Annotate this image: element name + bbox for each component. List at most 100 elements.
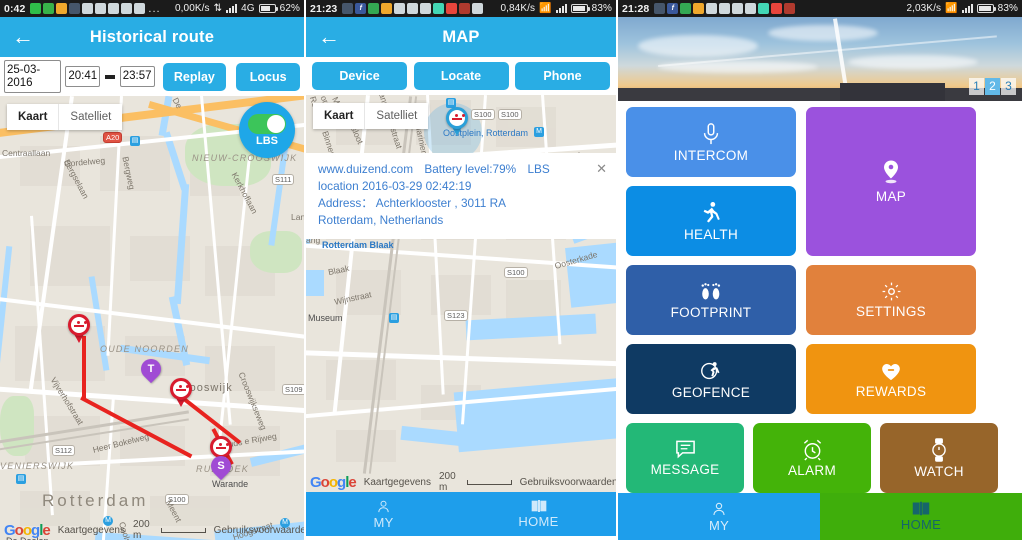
map-terms-link[interactable]: Gebruiksvoorwaarden <box>520 477 616 488</box>
status-clock: 21:28 <box>622 2 650 15</box>
map-type-kaart[interactable]: Kaart <box>313 103 366 129</box>
app-icon <box>69 3 81 14</box>
bottom-nav-my[interactable]: MY <box>618 493 820 540</box>
tile-health[interactable]: HEALTH <box>626 186 796 256</box>
feature-tile-grid: INTERCOM HEALTH MAP FOOTPRINT SETTINGS G… <box>618 101 1022 493</box>
tile-rewards[interactable]: REWARDS <box>806 344 976 414</box>
person-icon <box>711 501 727 517</box>
start-time-field[interactable]: 20:41 <box>65 66 101 87</box>
calendar-icon <box>381 3 393 14</box>
bottom-nav-home[interactable]: HOME <box>461 492 616 536</box>
info-line-4: Rotterdam, Netherlands <box>318 213 444 228</box>
book-icon <box>531 499 547 513</box>
map-type-switch[interactable]: Kaart Satelliet <box>7 104 123 130</box>
battery-percent: 83% <box>591 3 612 14</box>
facebook-icon: f <box>667 3 679 14</box>
map-type-switch[interactable]: Kaart Satelliet <box>313 103 429 129</box>
phone-panel-dashboard: 21:28 f 2,03K/s 📶 83% 1 2 3 INTERCOM HEA… <box>618 0 1022 540</box>
lbs-toggle-button[interactable]: LBS <box>239 102 295 158</box>
lbs-switch-icon[interactable] <box>248 113 286 134</box>
bottom-nav-home[interactable]: HOME <box>820 493 1022 540</box>
battery-icon <box>570 4 590 13</box>
signal-bars-icon <box>555 4 567 13</box>
status-notification-icons <box>30 3 146 14</box>
close-icon[interactable]: ✕ <box>596 160 607 179</box>
wifi-icon: 📶 <box>539 3 552 14</box>
whatsapp-icon <box>30 3 42 14</box>
map-label: VENIERSWIJK <box>0 461 75 471</box>
locate-button[interactable]: Locate <box>413 62 509 90</box>
app-icon <box>771 3 783 14</box>
maps-icon <box>368 3 380 14</box>
banner-page-2[interactable]: 2 <box>985 78 1000 95</box>
replay-button[interactable]: Replay <box>162 62 227 91</box>
bottom-nav-my[interactable]: MY <box>306 492 461 536</box>
tile-alarm[interactable]: ALARM <box>753 423 871 493</box>
tile-label: MESSAGE <box>650 462 720 477</box>
status-notification-icons: f <box>654 3 796 14</box>
current-location-marker[interactable] <box>446 107 468 136</box>
facebook-icon: f <box>355 3 367 14</box>
date-field[interactable]: 25-03-2016 <box>4 59 62 94</box>
route-marker-mid[interactable] <box>170 378 192 407</box>
chat-bubble-icon <box>674 439 697 460</box>
tile-message[interactable]: MESSAGE <box>626 423 744 493</box>
tile-settings[interactable]: SETTINGS <box>806 265 976 335</box>
tile-intercom[interactable]: INTERCOM <box>626 107 796 177</box>
map-type-satelliet[interactable]: Satelliet <box>59 104 122 130</box>
live-map[interactable]: Rott ordkade Meent Botersloot Pannekoeks… <box>306 95 616 492</box>
scale-bar-icon <box>466 479 512 485</box>
signal-bars-icon <box>961 4 973 13</box>
tile-label: WATCH <box>914 463 964 479</box>
calendar-icon <box>693 3 705 14</box>
skyline-silhouette <box>618 83 1022 101</box>
route-map[interactable]: T S Centraallaan A20 Gordelweg Bergselaa… <box>0 96 304 540</box>
location-label: location <box>318 179 359 194</box>
google-logo: Google <box>4 521 51 539</box>
map-label: S100 <box>504 267 528 278</box>
smiley-marker-icon <box>68 314 90 336</box>
end-time-field[interactable]: 23:57 <box>119 66 155 87</box>
status-network-speed: 0,00K/s <box>175 3 210 14</box>
banner-page-1[interactable]: 1 <box>969 78 984 95</box>
promo-banner[interactable]: 1 2 3 <box>618 17 1022 101</box>
device-button[interactable]: Device <box>312 62 407 90</box>
tile-footprint[interactable]: FOOTPRINT <box>626 265 796 335</box>
app-icon <box>134 3 146 14</box>
scale-bar-icon <box>160 527 206 533</box>
tile-label: GEOFENCE <box>671 384 751 400</box>
back-arrow-icon[interactable]: ← <box>0 26 46 48</box>
app-icon <box>758 3 770 14</box>
map-terms-link[interactable]: Gebruiksvoorwaarden <box>214 525 304 536</box>
battery-icon <box>258 4 278 13</box>
tile-row-4: MESSAGE ALARM WATCH <box>626 423 1014 493</box>
tile-column-left: INTERCOM HEALTH <box>626 107 796 256</box>
lbs-label: LBS <box>256 134 278 147</box>
locus-button[interactable]: Locus <box>236 62 300 91</box>
bottom-nav-home-label: HOME <box>900 517 942 532</box>
map-label: NIEUW-CROOSWIJK <box>192 153 298 163</box>
map-type-kaart[interactable]: Kaart <box>7 104 60 130</box>
route-marker-t[interactable]: T <box>136 354 166 384</box>
status-bar: 21:28 f 2,03K/s 📶 83% <box>618 0 1022 17</box>
battery-level-text: Battery level:79% <box>424 162 517 176</box>
banner-page-3[interactable]: 3 <box>1001 78 1016 95</box>
route-marker-s[interactable]: S <box>206 451 236 481</box>
map-data-label: Kaartgegevens <box>363 476 431 488</box>
metro-icon: M <box>534 127 544 137</box>
tile-watch[interactable]: WATCH <box>880 423 998 493</box>
website-link[interactable]: www.duizend.com <box>318 162 413 176</box>
app-icon <box>784 3 796 14</box>
tile-geofence[interactable]: GEOFENCE <box>626 344 796 414</box>
tile-row-2: FOOTPRINT SETTINGS <box>626 265 1014 335</box>
map-type-satelliet[interactable]: Satelliet <box>365 103 428 129</box>
calendar-icon <box>56 3 68 14</box>
route-marker-start[interactable] <box>68 314 90 343</box>
banner-pager[interactable]: 1 2 3 <box>969 78 1016 95</box>
back-arrow-icon[interactable]: ← <box>306 26 352 48</box>
app-bar: ← MAP <box>306 17 616 57</box>
phone-button[interactable]: Phone <box>515 62 610 90</box>
microphone-icon <box>700 122 722 146</box>
tile-map[interactable]: MAP <box>806 107 976 256</box>
tile-label: HEALTH <box>683 226 739 242</box>
